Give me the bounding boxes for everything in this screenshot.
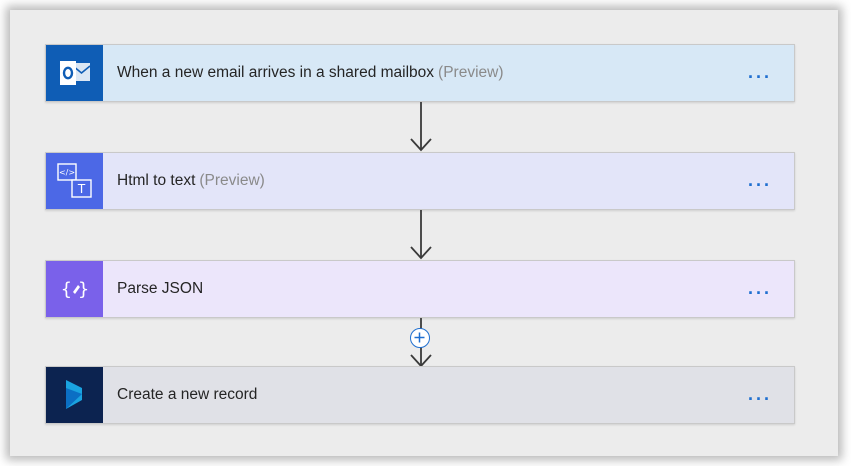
trigger-card-email[interactable]: When a new email arrives in a shared mai… <box>45 44 795 102</box>
svg-text:</>: </> <box>58 168 74 177</box>
more-options-button[interactable]: ... <box>748 153 772 209</box>
preview-tag: (Preview) <box>438 64 504 81</box>
outlook-icon <box>46 45 103 101</box>
action-card-parse-json[interactable]: { } Parse JSON ... <box>45 260 795 318</box>
parse-json-icon: { } <box>46 261 103 317</box>
step-title: When a new email arrives in a shared mai… <box>117 64 504 81</box>
html-to-text-icon: </> T <box>46 153 103 209</box>
step-title: Html to text (Preview) <box>117 172 265 189</box>
more-options-button[interactable]: ... <box>748 261 772 317</box>
add-step-icon[interactable] <box>410 328 430 348</box>
step-title: Parse JSON <box>117 280 204 297</box>
preview-tag: (Preview) <box>199 172 265 189</box>
action-card-create-record[interactable]: Create a new record ... <box>45 366 795 424</box>
connector-arrow <box>410 210 432 260</box>
svg-text:T: T <box>76 182 85 196</box>
step-title: Create a new record <box>117 386 258 403</box>
action-card-html-to-text[interactable]: </> T Html to text (Preview) ... <box>45 152 795 210</box>
dynamics-icon <box>46 367 103 423</box>
more-options-button[interactable]: ... <box>748 45 772 101</box>
more-options-button[interactable]: ... <box>748 367 772 423</box>
connector-arrow <box>410 102 432 152</box>
